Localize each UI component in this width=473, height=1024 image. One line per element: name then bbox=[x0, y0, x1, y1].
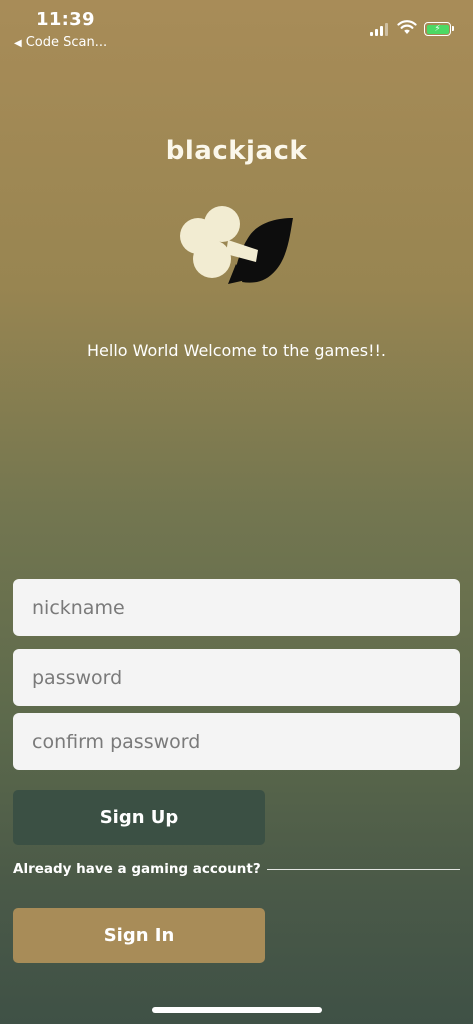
battery-charging-icon: ⚡ bbox=[426, 24, 449, 34]
back-app-label: Code Scan... bbox=[25, 35, 108, 50]
back-triangle-icon: ◀ bbox=[14, 38, 22, 49]
password-input[interactable] bbox=[13, 649, 460, 706]
home-indicator[interactable] bbox=[152, 1007, 322, 1013]
nickname-input[interactable] bbox=[13, 579, 460, 636]
sign-up-button[interactable]: Sign Up bbox=[13, 790, 265, 845]
signal-icon bbox=[370, 23, 390, 36]
confirm-password-input[interactable] bbox=[13, 713, 460, 770]
club-and-spade-logo-icon bbox=[180, 206, 293, 284]
back-to-app-link[interactable]: ◀ Code Scan... bbox=[14, 35, 107, 50]
already-have-account-text: Already have a gaming account? bbox=[13, 861, 261, 877]
status-bar: 11:39 ◀ Code Scan... ⚡ bbox=[0, 0, 473, 56]
status-time: 11:39 bbox=[36, 9, 95, 30]
welcome-message: Hello World Welcome to the games!!. bbox=[87, 341, 386, 360]
battery-icon: ⚡ bbox=[424, 22, 451, 36]
battery-tip bbox=[452, 26, 454, 31]
sign-in-button[interactable]: Sign In bbox=[13, 908, 265, 963]
wifi-icon bbox=[397, 20, 417, 34]
app-title: blackjack bbox=[165, 136, 308, 166]
divider-line bbox=[267, 869, 460, 870]
